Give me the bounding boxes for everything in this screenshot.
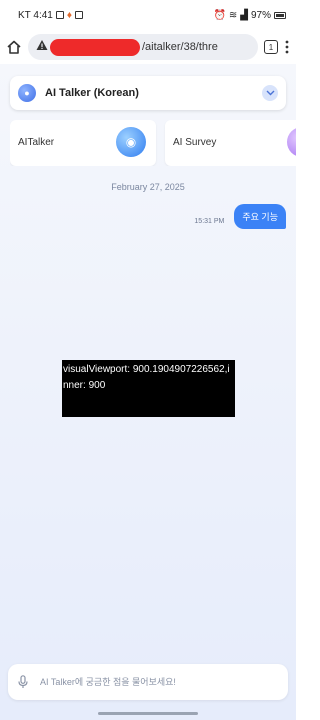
- wifi-icon: ≋: [228, 9, 238, 21]
- redaction-mark: [50, 39, 140, 56]
- bot-name: AI Talker (Korean): [45, 87, 139, 99]
- gesture-bar[interactable]: [98, 712, 198, 715]
- status-right: ⏰ ≋ ▟ 97%: [213, 10, 286, 21]
- more-menu-icon[interactable]: [284, 39, 290, 55]
- signal-icon: ▟: [240, 9, 248, 21]
- tab-switcher-button[interactable]: 1: [264, 40, 278, 54]
- notification-icon: [55, 11, 64, 19]
- message-row: 15:31 PM 주요 기능: [194, 204, 286, 229]
- flame-icon: ♦: [66, 9, 72, 21]
- battery-percent: 97%: [250, 9, 271, 21]
- url-text: /aitalker/38/thre: [142, 41, 218, 53]
- card-aitalker[interactable]: AITalker ◉: [10, 120, 156, 166]
- alarm-icon: ⏰: [213, 9, 226, 21]
- ai-survey-icon: ◉: [287, 127, 296, 157]
- address-bar[interactable]: /aitalker/38/thre: [28, 34, 258, 60]
- bot-selector[interactable]: ● AI Talker (Korean): [10, 76, 286, 110]
- card-label: AI Survey: [173, 137, 217, 148]
- home-icon[interactable]: [6, 39, 22, 55]
- debug-overlay: visualViewport: 900.1904907226562,inner:…: [62, 360, 235, 417]
- message-time: 15:31 PM: [194, 218, 225, 225]
- image-icon: [74, 11, 83, 19]
- date-divider: February 27, 2025: [111, 182, 185, 192]
- status-left: KT 4:41 ♦: [18, 10, 83, 21]
- aitalker-icon: ◉: [116, 127, 146, 157]
- microphone-icon[interactable]: [18, 675, 28, 689]
- card-ai-survey[interactable]: AI Survey ◉: [165, 120, 296, 166]
- status-bar: KT 4:41 ♦ ⏰ ≋ ▟ 97%: [0, 0, 296, 30]
- browser-toolbar: /aitalker/38/thre 1: [0, 30, 296, 64]
- chat-input-bar: [8, 664, 288, 700]
- battery-icon: [274, 11, 286, 19]
- chat-input[interactable]: [38, 676, 278, 688]
- warning-icon[interactable]: [36, 38, 48, 56]
- bot-avatar-icon: ●: [18, 84, 36, 102]
- user-message-bubble[interactable]: 주요 기능: [234, 204, 286, 229]
- chat-page: ● AI Talker (Korean) AITalker ◉ AI Surve…: [0, 64, 296, 720]
- chevron-down-icon[interactable]: [262, 85, 278, 101]
- bot-cards: AITalker ◉ AI Survey ◉: [10, 120, 296, 166]
- card-label: AITalker: [18, 137, 55, 148]
- status-time: KT 4:41: [18, 9, 53, 21]
